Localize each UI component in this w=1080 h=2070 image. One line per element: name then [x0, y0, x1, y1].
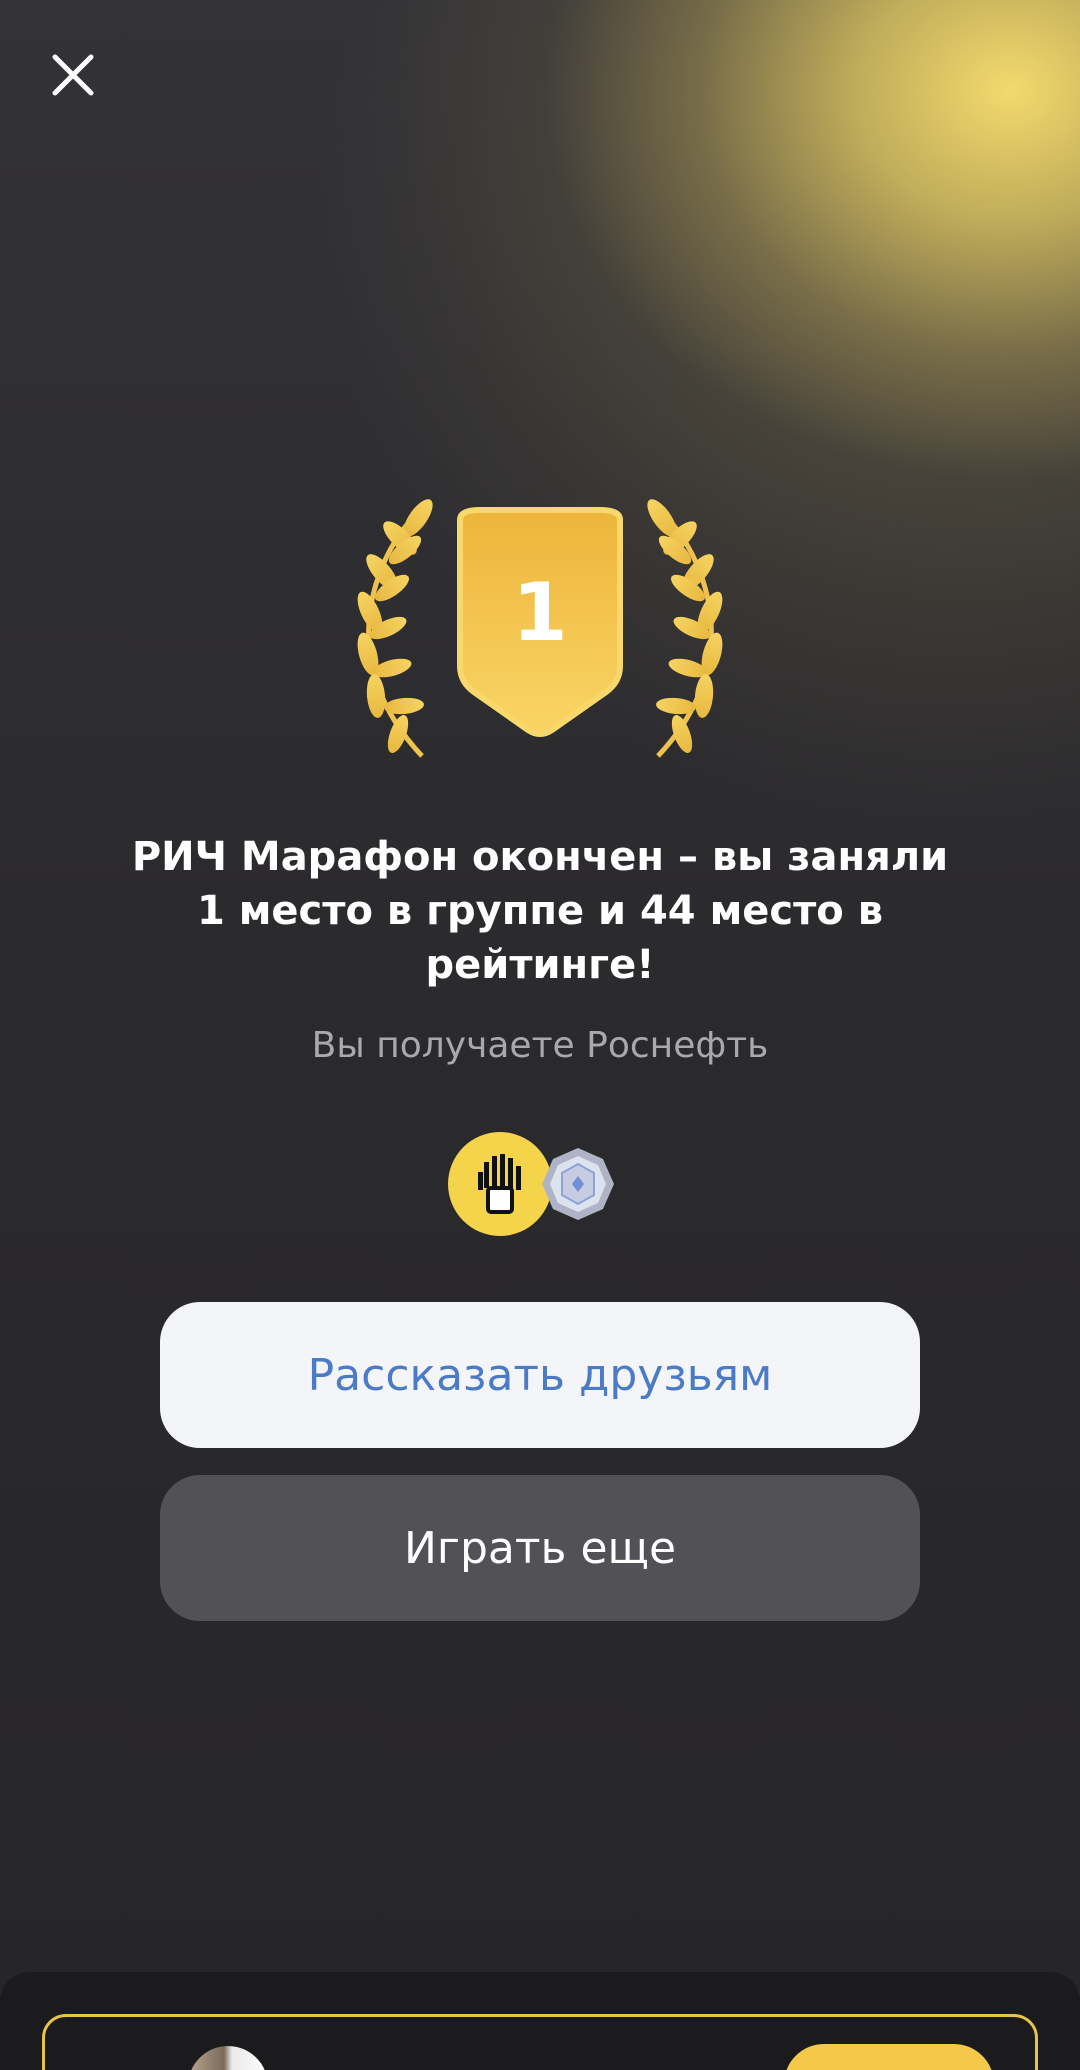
bottom-action-button[interactable] [784, 2044, 994, 2070]
share-with-friends-button[interactable]: Рассказать друзьям [160, 1302, 920, 1448]
play-button-label: Играть еще [403, 1522, 677, 1574]
rosneft-logo-icon [448, 1132, 552, 1236]
reward-icons [448, 1132, 628, 1238]
diamond-gem-icon [540, 1146, 616, 1222]
play-again-button[interactable]: Играть еще [160, 1475, 920, 1621]
close-button[interactable] [44, 46, 102, 104]
laurel-left-icon [357, 499, 433, 758]
share-button-label: Рассказать друзьям [307, 1349, 773, 1401]
place-number: 1 [512, 566, 568, 659]
laurel-right-icon [647, 499, 723, 758]
close-icon [52, 54, 94, 96]
place-badge: 1 [357, 499, 723, 758]
result-headline: РИЧ Марафон окончен – вы заняли 1 место … [131, 834, 949, 988]
reward-subtitle: Вы получаете Роснефть [311, 1025, 769, 1066]
marathon-result-screen: 1 РИЧ Марафон окончен – вы заняли 1 мест… [0, 0, 1080, 2070]
